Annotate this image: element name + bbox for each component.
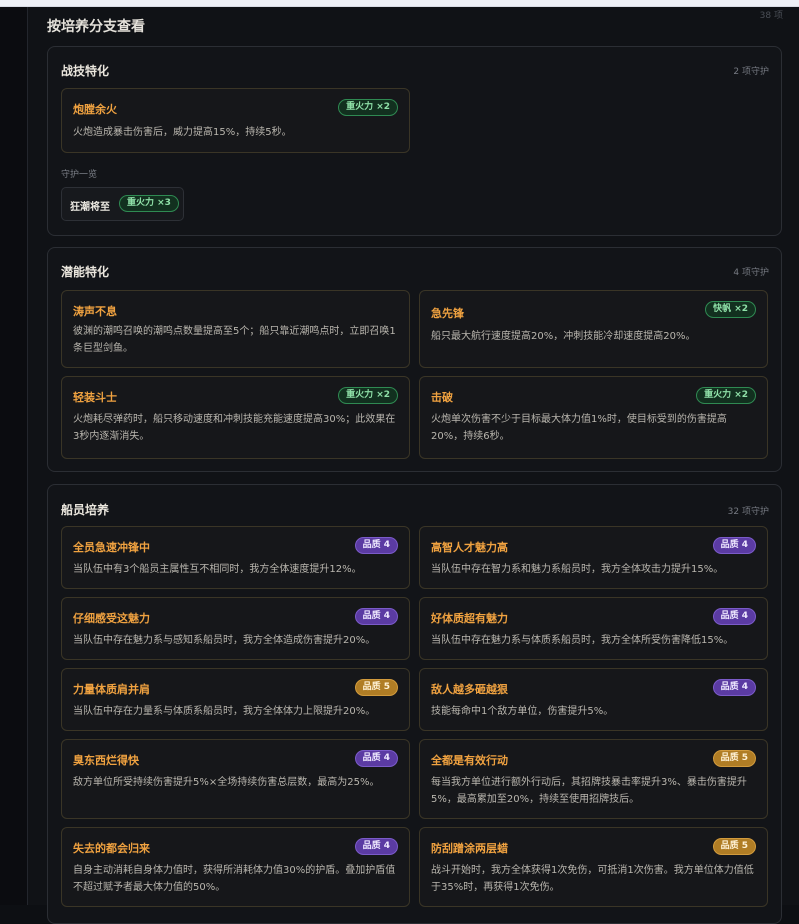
quality-badge: 品质 4 xyxy=(712,608,756,625)
card-title: 失去的都会归来 xyxy=(73,842,150,855)
quality-badge: 品质 5 xyxy=(354,679,398,696)
card-description: 当队伍中存在智力系和魅力系船员时，我方全体攻击力提升15%。 xyxy=(431,564,724,575)
card-title: 涛声不息 xyxy=(73,305,117,318)
total-count: 38 项 xyxy=(759,11,783,21)
tag-badge: 重火力 ×2 xyxy=(338,99,398,116)
quality-badge: 品质 5 xyxy=(712,750,756,767)
section-potential-specialization: 潜能特化 4 项守护 涛声不息 彼渊的潮鸣召唤的潮鸣点数量提高至5个；船只靠近潮… xyxy=(47,247,782,472)
quality-badge: 品质 5 xyxy=(712,838,756,855)
section-title: 潜能特化 xyxy=(61,265,110,279)
section-combat-specialization: 战技特化 2 项守护 炮膛余火 重火力 ×2 火炮造成暴击伤害后，威力提高15%… xyxy=(47,46,782,236)
card-title: 急先锋 xyxy=(431,307,464,320)
card-description: 当队伍中存在力量系与体质系船员时，我方全体体力上限提升20%。 xyxy=(73,706,376,717)
skill-card[interactable]: 轻装斗士 重火力 ×2 火炮耗尽弹药时，船只移动速度和冲刺技能充能速度提高30%… xyxy=(61,376,410,459)
browser-top-strip xyxy=(0,0,799,7)
card-title: 力量体质肩并肩 xyxy=(73,683,150,696)
card-title: 敌人越多砸越狠 xyxy=(431,683,508,696)
skill-card[interactable]: 仔细感受这魅力 品质 4 当队伍中存在魅力系与感知系船员时，我方全体造成伤害提升… xyxy=(61,597,410,660)
card-description: 当队伍中存在魅力系与体质系船员时，我方全体所受伤害降低15%。 xyxy=(431,635,734,646)
card-description: 技能每命中1个敌方单位，伤害提升5%。 xyxy=(431,706,614,717)
skill-card[interactable]: 炮膛余火 重火力 ×2 火炮造成暴击伤害后，威力提高15%，持续5秒。 xyxy=(61,88,410,153)
section-title: 战技特化 xyxy=(61,64,110,78)
section-crew-training: 船员培养 32 项守护 全员急速冲锋中 品质 4 当队伍中有3个船员主属性互不相… xyxy=(47,484,782,924)
quality-badge: 品质 4 xyxy=(712,537,756,554)
page-title: 按培养分支查看 xyxy=(47,19,145,35)
card-description: 战斗开始时，我方全体获得1次免伤，可抵消1次伤害。我方单位体力值低于35%时，再… xyxy=(431,865,754,893)
card-title: 臭东西烂得快 xyxy=(73,754,139,767)
card-description: 船只最大航行速度提高20%，冲刺技能冷却速度提高20%。 xyxy=(431,331,696,342)
skill-card[interactable]: 高智人才魅力高 品质 4 当队伍中存在智力系和魅力系船员时，我方全体攻击力提升1… xyxy=(419,526,768,589)
card-title: 好体质超有魅力 xyxy=(431,612,508,625)
tag-badge: 重火力 ×2 xyxy=(338,387,398,404)
section-count: 2 项守护 xyxy=(733,67,769,77)
guard-list-label: 守护一览 xyxy=(61,170,98,180)
section-count: 32 项守护 xyxy=(727,507,769,517)
main-panel: 38 项 按培养分支查看 战技特化 2 项守护 炮膛余火 重火力 ×2 火炮造成… xyxy=(28,7,799,924)
skill-card[interactable]: 好体质超有魅力 品质 4 当队伍中存在魅力系与体质系船员时，我方全体所受伤害降低… xyxy=(419,597,768,660)
card-title: 击破 xyxy=(431,391,453,404)
card-description: 每当我方单位进行额外行动后，其招牌技暴击率提升3%、暴击伤害提升5%，最高累加至… xyxy=(431,777,747,805)
quality-badge: 品质 4 xyxy=(354,608,398,625)
card-title: 仔细感受这魅力 xyxy=(73,612,150,625)
tag-badge: 重火力 ×3 xyxy=(119,195,179,212)
tag-badge: 快帆 ×2 xyxy=(705,301,756,318)
quality-badge: 品质 4 xyxy=(354,537,398,554)
skill-card[interactable]: 涛声不息 彼渊的潮鸣召唤的潮鸣点数量提高至5个；船只靠近潮鸣点时，立即召唤1条巨… xyxy=(61,290,410,368)
card-description: 自身主动消耗自身体力值时，获得所消耗体力值30%的护盾。叠加护盾值不超过赋予者最… xyxy=(73,865,396,893)
card-title: 全员急速冲锋中 xyxy=(73,541,150,554)
card-title: 防刮蹭涂两层蜡 xyxy=(431,842,508,855)
card-description: 火炮耗尽弹药时，船只移动速度和冲刺技能充能速度提高30%；此效果在3秒内逐渐消失… xyxy=(73,414,396,442)
card-title: 轻装斗士 xyxy=(73,391,117,404)
skill-card[interactable]: 击破 重火力 ×2 火炮单次伤害不少于目标最大体力值1%时，使目标受到的伤害提高… xyxy=(419,376,768,459)
skill-card[interactable]: 敌人越多砸越狠 品质 4 技能每命中1个敌方单位，伤害提升5%。 xyxy=(419,668,768,731)
skill-card[interactable]: 失去的都会归来 品质 4 自身主动消耗自身体力值时，获得所消耗体力值30%的护盾… xyxy=(61,827,410,907)
card-description: 火炮单次伤害不少于目标最大体力值1%时，使目标受到的伤害提高20%，持续6秒。 xyxy=(431,414,727,442)
card-title: 炮膛余火 xyxy=(73,103,117,116)
quality-badge: 品质 4 xyxy=(712,679,756,696)
section-count: 4 项守护 xyxy=(733,268,769,278)
left-rail xyxy=(0,7,28,905)
section-title: 船员培养 xyxy=(61,503,110,517)
skill-card[interactable]: 全员急速冲锋中 品质 4 当队伍中有3个船员主属性互不相同时，我方全体速度提升1… xyxy=(61,526,410,589)
quality-badge: 品质 4 xyxy=(354,750,398,767)
skill-card[interactable]: 全都是有效行动 品质 5 每当我方单位进行额外行动后，其招牌技暴击率提升3%、暴… xyxy=(419,739,768,819)
quality-badge: 品质 4 xyxy=(354,838,398,855)
card-description: 当队伍中有3个船员主属性互不相同时，我方全体速度提升12%。 xyxy=(73,564,362,575)
card-title: 高智人才魅力高 xyxy=(431,541,508,554)
skill-card[interactable]: 急先锋 快帆 ×2 船只最大航行速度提高20%，冲刺技能冷却速度提高20%。 xyxy=(419,290,768,368)
guard-name: 狂潮将至 xyxy=(70,202,110,213)
skill-card[interactable]: 力量体质肩并肩 品质 5 当队伍中存在力量系与体质系船员时，我方全体体力上限提升… xyxy=(61,668,410,731)
card-title: 全都是有效行动 xyxy=(431,754,508,767)
card-description: 彼渊的潮鸣召唤的潮鸣点数量提高至5个；船只靠近潮鸣点时，立即召唤1条巨型剑鱼。 xyxy=(73,326,396,354)
tag-badge: 重火力 ×2 xyxy=(696,387,756,404)
skill-card[interactable]: 臭东西烂得快 品质 4 敌方单位所受持续伤害提升5%×全场持续伤害总层数，最高为… xyxy=(61,739,410,819)
skill-card[interactable]: 防刮蹭涂两层蜡 品质 5 战斗开始时，我方全体获得1次免伤，可抵消1次伤害。我方… xyxy=(419,827,768,907)
card-description: 敌方单位所受持续伤害提升5%×全场持续伤害总层数，最高为25%。 xyxy=(73,777,380,788)
guard-chip[interactable]: 狂潮将至 重火力 ×3 xyxy=(61,187,184,221)
card-description: 当队伍中存在魅力系与感知系船员时，我方全体造成伤害提升20%。 xyxy=(73,635,376,646)
card-description: 火炮造成暴击伤害后，威力提高15%，持续5秒。 xyxy=(73,127,292,138)
